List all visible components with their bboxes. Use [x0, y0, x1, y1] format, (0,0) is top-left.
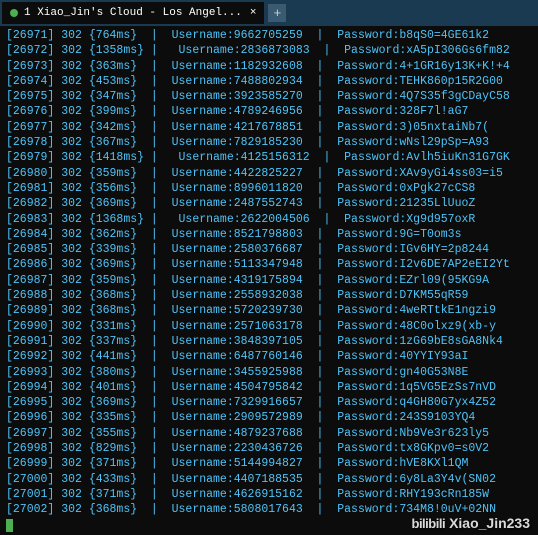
- watermark-user: Xiao_Jin233: [449, 515, 530, 531]
- log-row: [26974] 302 {453ms} | Username:748880293…: [6, 74, 532, 89]
- log-row: [26994] 302 {401ms} | Username:450479584…: [6, 380, 532, 395]
- log-row: [26973] 302 {363ms} | Username:118293260…: [6, 59, 532, 74]
- log-row: [26971] 302 {764ms} | Username:966270525…: [6, 28, 532, 43]
- log-row: [26990] 302 {331ms} | Username:257106317…: [6, 319, 532, 334]
- log-row: [27001] 302 {371ms} | Username:462691516…: [6, 487, 532, 502]
- log-row: [26982] 302 {369ms} | Username:248755274…: [6, 196, 532, 211]
- log-row: [26992] 302 {441ms} | Username:648776014…: [6, 349, 532, 364]
- log-row: [26989] 302 {368ms} | Username:572023973…: [6, 303, 532, 318]
- log-row: [26978] 302 {367ms} | Username:782918523…: [6, 135, 532, 150]
- log-row: [26993] 302 {380ms} | Username:345592598…: [6, 365, 532, 380]
- tab-bar: 1 Xiao_Jin's Cloud - Los Angel... × +: [0, 0, 538, 26]
- cursor-icon: [6, 519, 13, 532]
- log-row: [26976] 302 {399ms} | Username:478924695…: [6, 104, 532, 119]
- tab-title: 1 Xiao_Jin's Cloud - Los Angel...: [24, 7, 242, 19]
- log-row: [26999] 302 {371ms} | Username:514499482…: [6, 456, 532, 471]
- log-row: [26977] 302 {342ms} | Username:421767885…: [6, 120, 532, 135]
- bilibili-logo: bilibili: [412, 516, 446, 531]
- log-row: [26991] 302 {337ms} | Username:384839710…: [6, 334, 532, 349]
- log-row: [26986] 302 {369ms} | Username:511334794…: [6, 257, 532, 272]
- log-row: [26981] 302 {356ms} | Username:899601182…: [6, 181, 532, 196]
- close-icon[interactable]: ×: [250, 7, 257, 19]
- log-row: [26987] 302 {359ms} | Username:431917589…: [6, 273, 532, 288]
- tab-active[interactable]: 1 Xiao_Jin's Cloud - Los Angel... ×: [2, 2, 264, 24]
- log-row: [26983] 302 {1368ms} | Username:26220045…: [6, 212, 532, 227]
- log-row: [26972] 302 {1358ms} | Username:28368730…: [6, 43, 532, 58]
- watermark: bilibili Xiao_Jin233: [412, 515, 531, 531]
- connection-status-icon: [10, 9, 18, 17]
- log-row: [26985] 302 {339ms} | Username:258037668…: [6, 242, 532, 257]
- log-row: [26975] 302 {347ms} | Username:392358527…: [6, 89, 532, 104]
- log-row: [26997] 302 {355ms} | Username:487923768…: [6, 426, 532, 441]
- log-row: [26998] 302 {829ms} | Username:223043672…: [6, 441, 532, 456]
- log-row: [26980] 302 {359ms} | Username:442282522…: [6, 166, 532, 181]
- log-row: [26995] 302 {369ms} | Username:732991665…: [6, 395, 532, 410]
- terminal-output: [26971] 302 {764ms} | Username:966270525…: [0, 26, 538, 535]
- log-row: [27000] 302 {433ms} | Username:440718853…: [6, 472, 532, 487]
- add-tab-button[interactable]: +: [268, 4, 286, 22]
- log-row: [26984] 302 {362ms} | Username:852179880…: [6, 227, 532, 242]
- log-row: [26979] 302 {1418ms} | Username:41251563…: [6, 150, 532, 165]
- log-row: [26988] 302 {368ms} | Username:255893203…: [6, 288, 532, 303]
- log-row: [26996] 302 {335ms} | Username:290957298…: [6, 410, 532, 425]
